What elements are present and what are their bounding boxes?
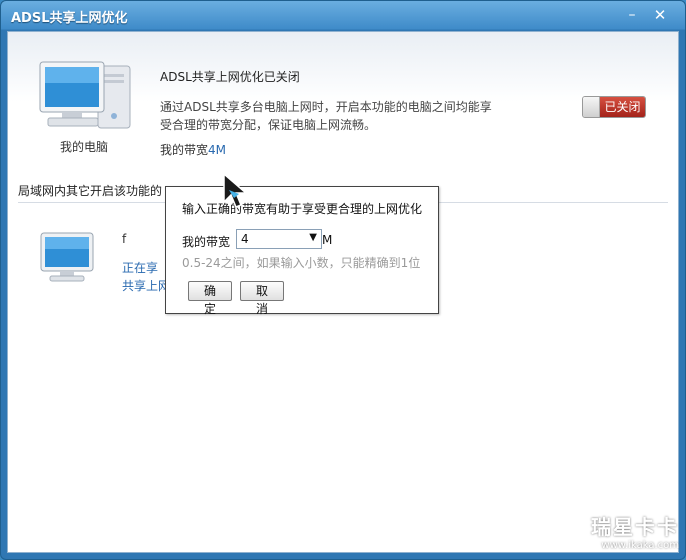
- lan-section-label: 局域网内其它开启该功能的: [18, 184, 163, 198]
- feature-toggle[interactable]: 已关闭: [582, 96, 646, 118]
- feature-description: 通过ADSL共享多台电脑上网时，开启本功能的电脑之间均能享受合理的带宽分配，保证…: [160, 100, 492, 132]
- bandwidth-row: 我的带宽4M: [160, 141, 226, 158]
- lan-computer-status: 正在享: [122, 261, 159, 275]
- mouse-cursor-icon: [222, 172, 256, 215]
- watermark: 瑞星卡卡 www.ikaka.com: [591, 511, 679, 551]
- my-computer-label: 我的电脑: [60, 140, 109, 154]
- bandwidth-unit: M: [322, 233, 333, 247]
- bandwidth-link[interactable]: 4M: [208, 143, 226, 157]
- ok-button[interactable]: 确定: [188, 281, 232, 316]
- title-bar[interactable]: ADSL共享上网优化 – ✕: [1, 1, 685, 29]
- bandwidth-select-value: 4: [241, 232, 249, 246]
- chevron-down-icon[interactable]: ▼: [309, 232, 317, 243]
- minimize-button[interactable]: –: [621, 5, 643, 25]
- popup-bandwidth-label: 我的带宽: [182, 235, 231, 249]
- bandwidth-select[interactable]: 4 ▼: [236, 229, 322, 249]
- watermark-brand: 瑞星卡卡: [591, 515, 679, 539]
- app-window: ADSL共享上网优化 – ✕ 我的电脑 ADSL共享上网优化已关闭 通过ADSL…: [0, 0, 686, 560]
- window-title: ADSL共享上网优化: [11, 11, 128, 26]
- my-computer-icon: [38, 60, 134, 135]
- main-panel: 我的电脑 ADSL共享上网优化已关闭 通过ADSL共享多台电脑上网时，开启本功能…: [7, 31, 679, 553]
- toggle-knob: [583, 97, 600, 117]
- status-title: ADSL共享上网优化已关闭: [160, 70, 300, 84]
- close-button[interactable]: ✕: [649, 5, 671, 25]
- bandwidth-label: 我的带宽: [160, 143, 209, 157]
- bandwidth-popup: 输入正确的带宽有助于享受更合理的上网优化 我的带宽 4 ▼ M 0.5-24之间…: [165, 186, 439, 316]
- watermark-url: www.ikaka.com: [601, 540, 679, 551]
- cancel-button[interactable]: 取消: [240, 281, 284, 316]
- popup-title: 输入正确的带宽有助于享受更合理的上网优化: [182, 202, 423, 216]
- bandwidth-hint: 0.5-24之间，如果输入小数，只能精确到1位: [182, 256, 421, 270]
- lan-computer-icon: [40, 232, 94, 285]
- lan-computer-name: f: [122, 232, 127, 246]
- toggle-state-label: 已关闭: [600, 97, 645, 117]
